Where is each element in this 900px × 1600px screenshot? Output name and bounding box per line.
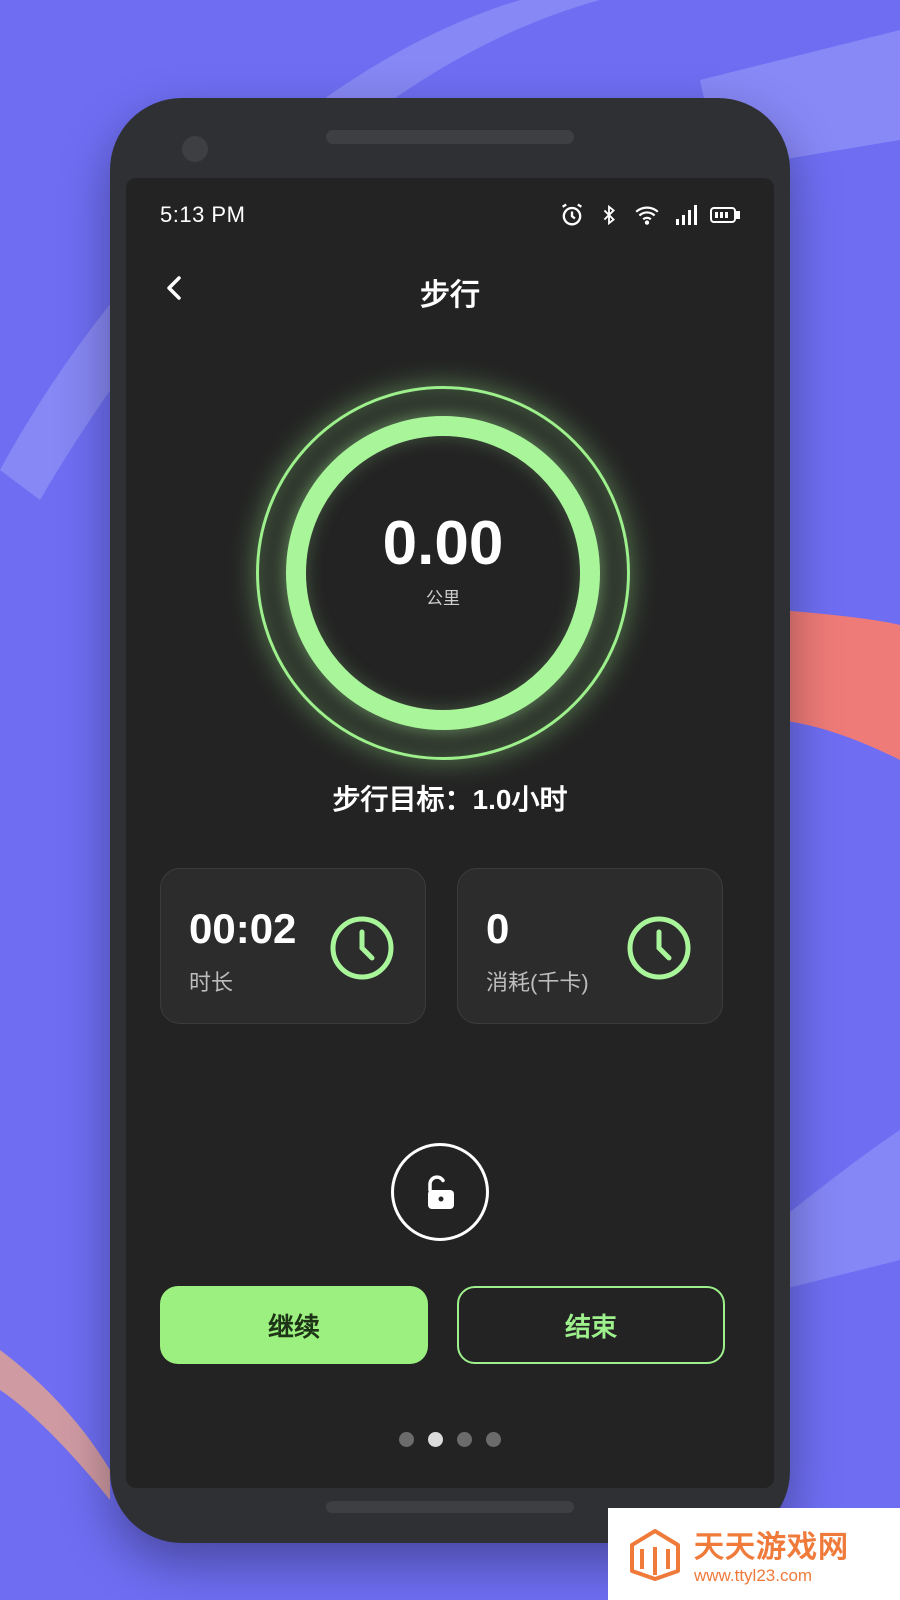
clock-icon — [330, 916, 394, 980]
earpiece-speaker — [326, 130, 574, 144]
app-screen: 5:13 PM 步行 0.00 公里 步行目标：1.0小时 00:02 时长 0… — [126, 178, 774, 1488]
page-dot[interactable] — [457, 1432, 472, 1447]
page-title: 步行 — [420, 279, 480, 312]
bluetooth-icon — [603, 204, 615, 226]
signal-icon — [676, 205, 697, 225]
duration-label: 时长 — [189, 970, 234, 995]
status-bar: 5:13 PM — [160, 198, 740, 232]
status-time: 5:13 PM — [160, 202, 246, 227]
distance-ring: 0.00 公里 — [256, 386, 630, 760]
alarm-icon — [562, 203, 582, 226]
duration-card: 00:02 时长 — [160, 868, 426, 1024]
unlock-icon — [428, 1175, 454, 1209]
watermark-url: www.ttyl23.com — [694, 1566, 813, 1585]
lock-button[interactable] — [391, 1143, 489, 1241]
distance-unit: 公里 — [426, 589, 460, 608]
page-dot[interactable] — [399, 1432, 414, 1447]
status-icons — [558, 201, 740, 229]
page-indicator — [126, 1432, 774, 1447]
distance-value: 0.00 — [382, 509, 504, 578]
site-watermark: 天天游戏网 www.ttyl23.com — [608, 1508, 900, 1600]
page-dot[interactable] — [486, 1432, 501, 1447]
calories-card: 0 消耗(千卡) — [457, 868, 723, 1024]
duration-value: 00:02 — [189, 905, 297, 952]
phone-frame: 5:13 PM 步行 0.00 公里 步行目标：1.0小时 00:02 时长 0… — [110, 98, 790, 1543]
front-camera — [182, 136, 208, 162]
app-header: 步行 — [126, 260, 774, 316]
page-dot-active[interactable] — [428, 1432, 443, 1447]
clock-icon — [627, 916, 691, 980]
battery-icon — [710, 207, 740, 223]
continue-button[interactable]: 继续 — [160, 1286, 428, 1364]
walking-goal: 步行目标：1.0小时 — [332, 784, 568, 815]
bottom-speaker — [326, 1501, 574, 1513]
wifi-icon — [635, 206, 659, 225]
calories-label: 消耗(千卡) — [486, 970, 589, 995]
watermark-title: 天天游戏网 — [694, 1531, 849, 1564]
calories-value: 0 — [486, 905, 510, 952]
end-button[interactable]: 结束 — [457, 1286, 725, 1364]
watermark-logo-icon — [630, 1529, 680, 1581]
